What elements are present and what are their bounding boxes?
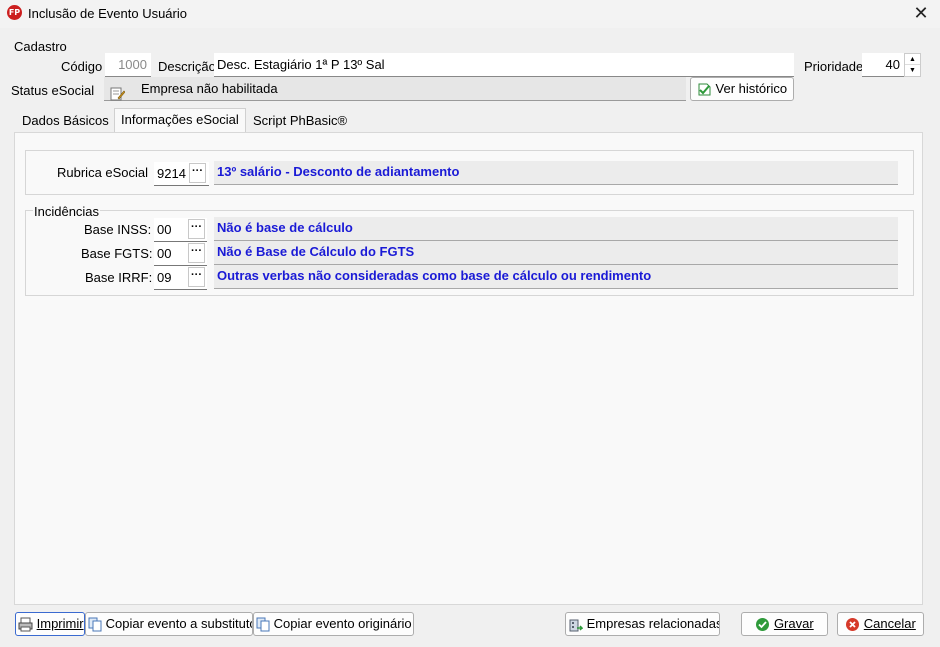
copy-document-icon <box>88 616 106 632</box>
copiar-originario-label: Copiar evento originário <box>273 616 412 631</box>
tab-script-phbasic[interactable]: Script PhBasic® <box>247 110 353 133</box>
copiar-substituto-button[interactable]: Copiar evento a substituto <box>85 612 253 636</box>
base-fgts-label: Base FGTS: <box>81 246 153 261</box>
base-irrf-description: Outras verbas não consideradas como base… <box>214 265 898 289</box>
spin-down-icon[interactable]: ▼ <box>905 65 920 76</box>
descricao-label: Descrição <box>158 59 216 74</box>
copiar-originario-button[interactable]: Copiar evento originário <box>253 612 414 636</box>
app-logo-icon: FP <box>7 5 22 20</box>
prioridade-spinner[interactable]: ▲ ▼ <box>904 53 921 77</box>
ver-historico-label: Ver histórico <box>715 81 788 96</box>
copiar-substituto-label: Copiar evento a substituto <box>105 616 253 631</box>
edit-document-icon <box>110 81 125 105</box>
imprimir-label: Imprimir <box>36 616 84 631</box>
tab-panel <box>14 133 923 605</box>
status-esocial-field: Empresa não habilitada <box>104 77 686 101</box>
base-inss-label: Base INSS: <box>84 222 152 237</box>
codigo-label: Código <box>61 59 103 74</box>
base-irrf-lookup-button[interactable]: ··· <box>188 267 205 287</box>
base-inss-description: Não é base de cálculo <box>214 217 898 241</box>
prioridade-label: Prioridade <box>804 59 864 74</box>
window-title: Inclusão de Evento Usuário <box>28 6 187 21</box>
base-irrf-label: Base IRRF: <box>85 270 153 285</box>
base-fgts-description: Não é Base de Cálculo do FGTS <box>214 241 898 265</box>
gravar-button[interactable]: Gravar <box>741 612 828 636</box>
empresas-relacionadas-button[interactable]: Empresas relacionadas <box>565 612 720 636</box>
status-esocial-label: Status eSocial <box>11 83 95 98</box>
prioridade-field[interactable]: 40 <box>862 53 904 77</box>
gravar-label: Gravar <box>773 616 814 631</box>
base-inss-lookup-button[interactable]: ··· <box>188 219 205 239</box>
empresas-relacionadas-label: Empresas relacionadas <box>586 616 720 631</box>
company-building-icon <box>568 616 587 632</box>
status-esocial-value: Empresa não habilitada <box>141 81 278 96</box>
printer-icon <box>18 616 37 632</box>
base-fgts-lookup-button[interactable]: ··· <box>188 243 205 263</box>
copy-document-icon <box>256 616 274 632</box>
descricao-field[interactable]: Desc. Estagiário 1ª P 13º Sal <box>214 53 794 77</box>
cancel-circle-icon <box>845 616 864 632</box>
rubrica-description: 13º salário - Desconto de adiantamento <box>214 161 898 185</box>
rubrica-lookup-button[interactable]: ··· <box>189 163 206 183</box>
cancelar-label: Cancelar <box>863 616 916 631</box>
close-window-button[interactable]: ✕ <box>908 2 934 24</box>
ver-historico-button[interactable]: Ver histórico <box>690 77 794 101</box>
imprimir-button[interactable]: Imprimir <box>15 612 85 636</box>
incidencias-label: Incidências <box>33 204 101 219</box>
rubrica-label: Rubrica eSocial <box>57 165 149 180</box>
cadastro-label: Cadastro <box>14 39 67 54</box>
tab-dados-basicos[interactable]: Dados Básicos <box>16 110 115 133</box>
history-icon <box>697 81 716 96</box>
cancelar-button[interactable]: Cancelar <box>837 612 924 636</box>
tab-informacoes-esocial[interactable]: Informações eSocial <box>114 108 246 132</box>
spin-up-icon[interactable]: ▲ <box>905 54 920 65</box>
codigo-field[interactable]: 1000 <box>105 53 151 77</box>
check-circle-icon <box>755 616 774 632</box>
